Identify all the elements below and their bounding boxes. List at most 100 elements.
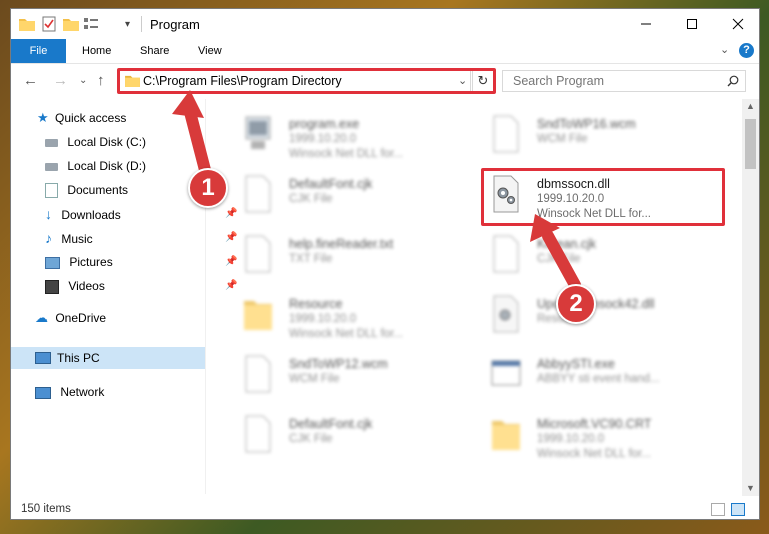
star-icon: ★	[37, 110, 49, 125]
tiles-view-icon[interactable]	[731, 503, 745, 516]
blank-file-icon	[493, 235, 519, 273]
folder-icon	[244, 301, 272, 330]
file-item[interactable]: Microsoft.VC90.CRT 1999.10.20.0 Winsock …	[479, 409, 729, 465]
dll-highlight-box	[481, 168, 725, 226]
nav-label: Network	[60, 385, 105, 399]
file-description: Winsock Net DLL for...	[537, 448, 651, 460]
properties-icon[interactable]	[41, 15, 57, 33]
title-divider	[141, 16, 142, 32]
search-icon	[727, 75, 739, 87]
file-version: 1999.10.20.0	[289, 133, 357, 145]
tab-view[interactable]: View	[198, 39, 222, 63]
nav-label: Downloads	[61, 208, 121, 222]
file-item[interactable]: help.fineReader.txt TXT File	[231, 229, 481, 285]
nav-label: Quick access	[55, 111, 127, 125]
dll-gear-icon	[493, 295, 519, 333]
film-icon	[45, 279, 59, 294]
window-title: Program	[150, 17, 200, 32]
customize-toolbar-chevron-icon[interactable]: ▾	[125, 15, 130, 33]
step-marker-1: 1	[188, 168, 228, 208]
nav-network[interactable]: Network	[35, 381, 104, 403]
file-description: Winsock Net DLL for...	[289, 328, 403, 340]
nav-local-disk-c[interactable]: Local Disk (C:)	[45, 131, 146, 153]
scroll-down-icon[interactable]: ▼	[746, 483, 755, 493]
folder-icon	[19, 15, 35, 33]
nav-quick-access[interactable]: ★ Quick access	[37, 107, 126, 129]
tab-file[interactable]: File	[11, 39, 66, 63]
file-name: DefaultFont.cjk	[289, 177, 373, 191]
computer-icon	[35, 352, 51, 364]
minimize-icon	[641, 23, 651, 25]
drive-icon	[45, 162, 58, 171]
file-item[interactable]: SndToWP16.wcm WCM File	[479, 109, 729, 165]
vertical-scrollbar[interactable]: ▲ ▼	[742, 99, 759, 496]
file-item[interactable]: DefaultFont.cjk CJK File	[231, 169, 481, 225]
network-icon	[35, 386, 51, 399]
tab-home[interactable]: Home	[82, 39, 111, 63]
expand-ribbon-chevron-icon[interactable]: ⌄	[720, 43, 729, 56]
application-window-icon	[491, 360, 521, 386]
status-bar: 150 items	[11, 499, 759, 519]
address-highlight-box	[117, 68, 496, 94]
file-name: AbbyySTI.exe	[537, 357, 615, 371]
blank-file-icon	[245, 235, 271, 273]
blank-file-icon	[245, 355, 271, 393]
explorer-window: ▾ Program File Home Share View ⌄ ? ← → ⌄…	[10, 8, 760, 520]
help-icon[interactable]: ?	[739, 43, 754, 58]
nav-label: OneDrive	[55, 311, 107, 325]
blank-file-icon	[493, 115, 519, 153]
nav-label: Local Disk (C:)	[67, 135, 147, 149]
blank-file-icon	[245, 175, 271, 213]
nav-downloads[interactable]: ↓ Downloads 📌	[45, 203, 237, 225]
file-description: Winsock Net DLL for...	[289, 148, 403, 160]
file-item[interactable]: UpdateWinsock42.dll Resource	[479, 289, 729, 345]
scrollbar-thumb[interactable]	[745, 119, 756, 169]
tab-share[interactable]: Share	[140, 39, 169, 63]
nav-music[interactable]: ♪ Music 📌	[45, 227, 237, 249]
nav-local-disk-d[interactable]: Local Disk (D:)	[45, 155, 146, 177]
file-item[interactable]: SndToWP12.wcm WCM File	[231, 349, 481, 405]
close-icon	[732, 18, 744, 30]
search-box[interactable]	[502, 70, 746, 92]
blank-file-icon	[245, 415, 271, 453]
file-item[interactable]: AbbyySTI.exe ABBYY sti event hand...	[479, 349, 729, 405]
ribbon: File Home Share View ⌄ ?	[11, 39, 759, 64]
nav-onedrive[interactable]: ☁ OneDrive	[35, 307, 106, 329]
folder-icon	[492, 421, 520, 450]
quick-access-toolbar-icon[interactable]	[83, 15, 101, 33]
new-folder-icon[interactable]	[63, 15, 79, 33]
search-input[interactable]	[511, 73, 715, 89]
music-note-icon: ♪	[45, 230, 52, 246]
minimize-button[interactable]	[623, 9, 669, 39]
file-name: help.fineReader.txt	[289, 237, 394, 251]
file-version: 1999.10.20.0	[537, 433, 605, 445]
file-name: SndToWP12.wcm	[289, 357, 388, 371]
nav-documents[interactable]: Documents	[45, 179, 128, 201]
file-name: DefaultFont.cjk	[289, 417, 373, 431]
file-list: program.exe 1999.10.20.0 Winsock Net DLL…	[221, 101, 739, 491]
maximize-button[interactable]	[669, 9, 715, 39]
forward-arrow-icon[interactable]: →	[53, 72, 68, 89]
nav-this-pc[interactable]: This PC	[11, 347, 205, 369]
file-item[interactable]: program.exe 1999.10.20.0 Winsock Net DLL…	[231, 109, 481, 165]
back-arrow-icon[interactable]: ←	[23, 72, 38, 89]
file-name: Resource	[289, 297, 343, 311]
scroll-up-icon[interactable]: ▲	[746, 101, 755, 111]
file-item[interactable]: Korean.cjk CJK File	[479, 229, 729, 285]
download-arrow-icon: ↓	[45, 206, 52, 222]
file-item[interactable]: Resource 1999.10.20.0 Winsock Net DLL fo…	[231, 289, 481, 345]
details-view-icon[interactable]	[711, 503, 725, 516]
nav-pictures[interactable]: Pictures 📌	[45, 251, 237, 273]
file-name: program.exe	[289, 117, 360, 131]
file-item[interactable]: DefaultFont.cjk CJK File	[231, 409, 481, 465]
up-arrow-icon[interactable]: ↑	[97, 72, 105, 89]
file-type: CJK File	[289, 433, 333, 445]
recent-locations-chevron-icon[interactable]: ⌄	[79, 75, 87, 86]
file-type: WCM File	[289, 373, 340, 385]
file-name: SndToWP16.wcm	[537, 117, 636, 131]
file-name: Korean.cjk	[537, 237, 597, 251]
close-button[interactable]	[715, 9, 759, 39]
item-count: 150 items	[21, 503, 71, 515]
nav-videos[interactable]: Videos 📌	[45, 275, 237, 297]
maximize-icon	[687, 19, 697, 29]
